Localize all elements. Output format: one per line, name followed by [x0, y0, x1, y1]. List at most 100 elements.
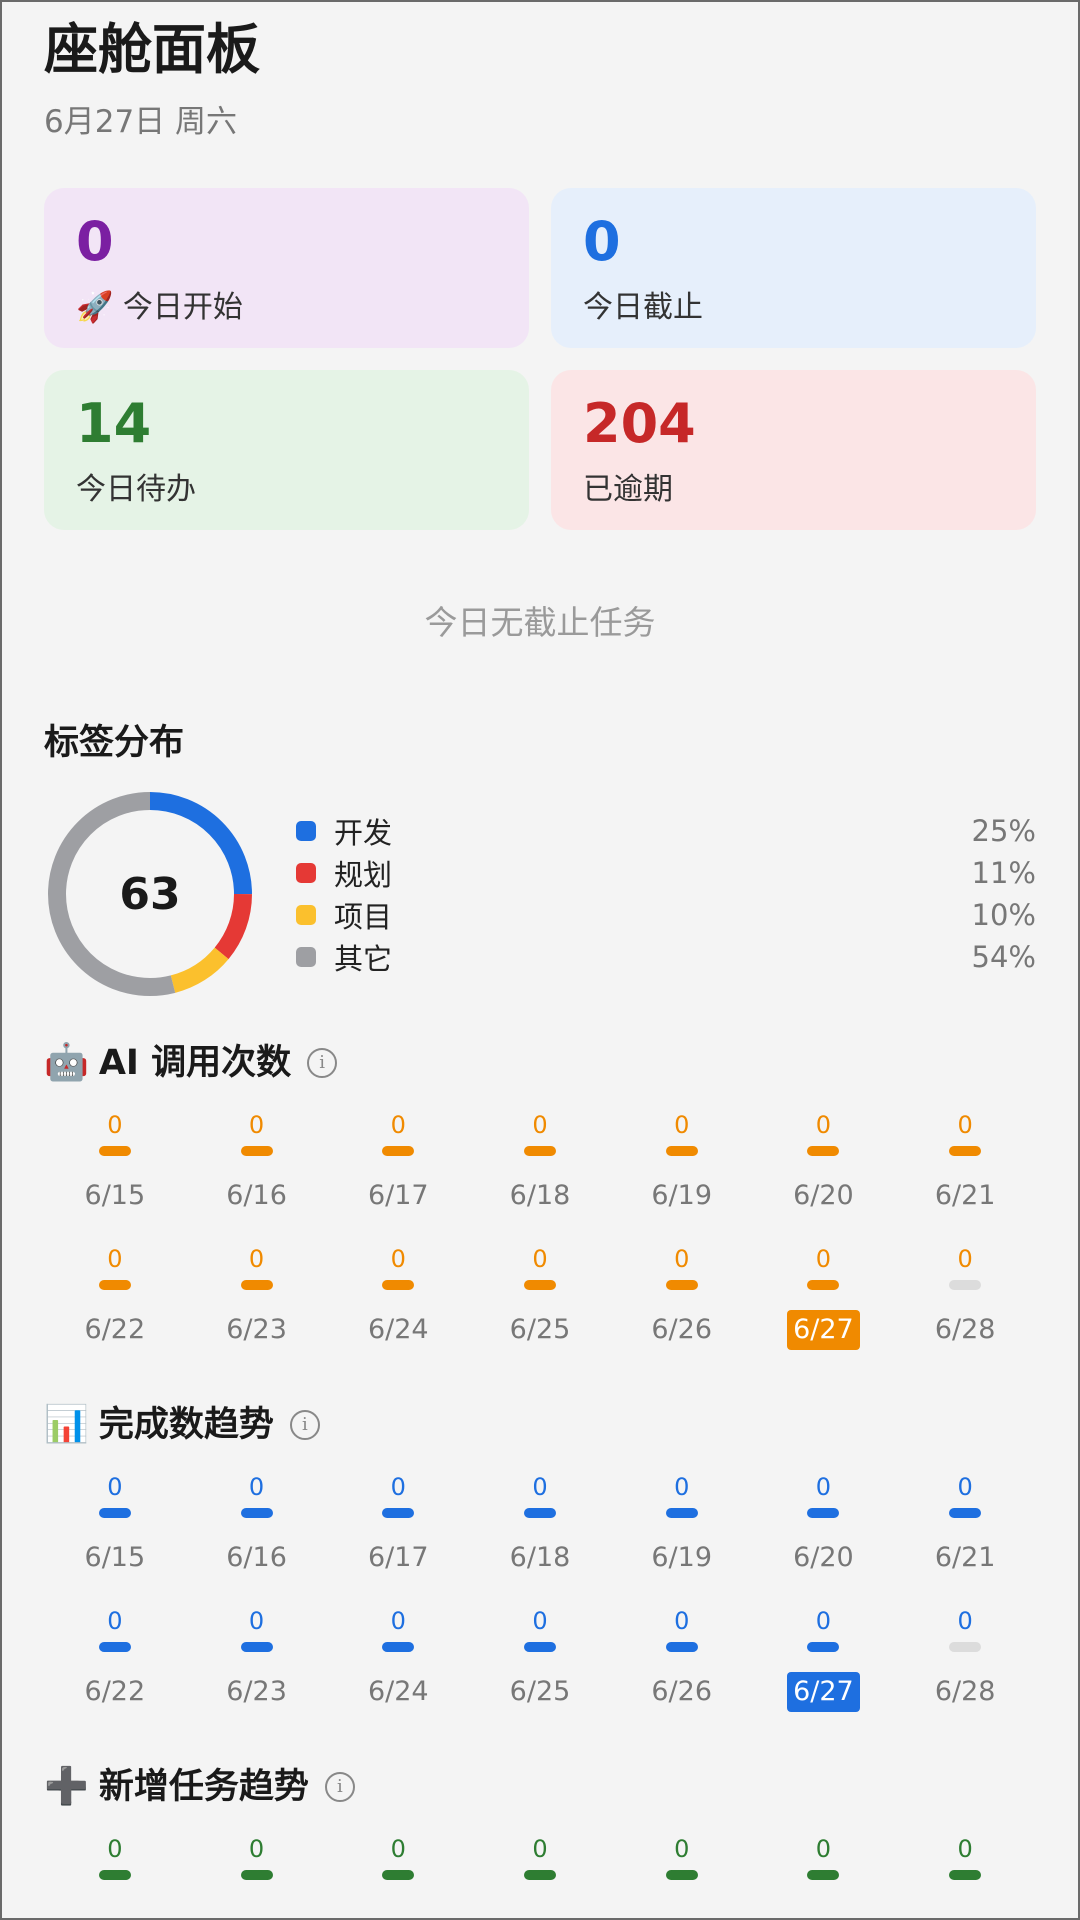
section-title: ➕ 新增任务趋势 i — [44, 1762, 1036, 1812]
legend-item[interactable]: 项目 10% — [296, 894, 1036, 936]
day-date: 6/18 — [509, 1180, 571, 1211]
day-bar — [382, 1146, 415, 1156]
day-bar — [807, 1146, 840, 1156]
day-bar — [523, 1870, 556, 1880]
day-cell[interactable]: 0 6/24 — [327, 1242, 469, 1362]
day-bar — [240, 1146, 273, 1156]
day-cell[interactable]: 0 6/28 — [894, 1242, 1036, 1362]
legend-item[interactable]: 规划 11% — [296, 852, 1036, 894]
day-bar — [382, 1508, 415, 1518]
day-cell[interactable]: 0 6/23 — [186, 1242, 328, 1362]
day-value: 0 — [957, 1473, 973, 1501]
day-bar — [807, 1870, 840, 1880]
day-bar — [382, 1280, 415, 1290]
day-value: 0 — [248, 1473, 265, 1501]
tag-distribution-section: 标签分布 63 开发 25% 规划 11% 项目 10% 其它 54% — [44, 718, 1036, 1000]
day-date: 6/23 — [226, 1676, 287, 1707]
day-bar — [949, 1146, 982, 1156]
day-date: 6/22 — [84, 1676, 146, 1707]
day-cell[interactable]: 0 6/23 — [186, 1604, 328, 1724]
day-value: 0 — [390, 1835, 406, 1863]
stat-value: 0 — [76, 210, 114, 273]
legend-item[interactable]: 其它 54% — [296, 936, 1036, 978]
new-tasks-trend-section: ➕ 新增任务趋势 i 0 0 0 0 0 0 0 — [44, 1762, 1036, 1920]
day-cell[interactable]: 0 6/27 — [753, 1242, 895, 1362]
day-cell[interactable]: 0 6/16 — [186, 1470, 328, 1590]
day-cell[interactable]: 0 6/21 — [894, 1108, 1036, 1228]
day-date: 6/26 — [651, 1314, 713, 1345]
info-icon[interactable]: i — [307, 1048, 338, 1078]
day-cell[interactable]: 0 6/19 — [611, 1470, 753, 1590]
legend-name: 开发 — [334, 816, 393, 850]
day-date: 6/15 — [84, 1180, 146, 1211]
day-bar — [98, 1642, 131, 1652]
day-date: 6/21 — [934, 1542, 996, 1573]
day-value: 0 — [248, 1111, 265, 1139]
day-cell[interactable]: 0 — [327, 1832, 469, 1920]
day-cell[interactable]: 0 — [469, 1832, 611, 1920]
day-cell[interactable]: 0 — [186, 1832, 328, 1920]
day-cell[interactable]: 0 6/21 — [894, 1470, 1036, 1590]
tag-donut-chart[interactable]: 63 — [44, 788, 256, 1000]
day-value: 0 — [532, 1245, 548, 1273]
stat-label: 已逾期 — [583, 472, 673, 507]
completed-trend-section: 📊 完成数趋势 i 0 6/15 0 6/16 0 6/17 0 6/18 0 6/19 0 6/20… — [44, 1400, 1036, 1724]
tag-legend: 开发 25% 规划 11% 项目 10% 其它 54% — [296, 810, 1036, 978]
day-cell[interactable]: 0 6/25 — [469, 1242, 611, 1362]
day-cell[interactable]: 0 6/26 — [611, 1604, 753, 1724]
day-cell[interactable]: 0 6/28 — [894, 1604, 1036, 1724]
day-date: 6/28 — [934, 1314, 996, 1345]
empty-deadline-message: 今日无截止任务 — [424, 603, 656, 642]
day-value: 0 — [674, 1607, 690, 1635]
stat-card-start-today[interactable]: 0 🚀 今日开始 — [44, 188, 529, 348]
day-cell[interactable]: 0 6/20 — [753, 1470, 895, 1590]
day-bar — [949, 1280, 982, 1290]
day-cell[interactable]: 0 6/22 — [44, 1242, 186, 1362]
day-cell[interactable]: 0 6/18 — [469, 1470, 611, 1590]
day-cell[interactable]: 0 6/18 — [469, 1108, 611, 1228]
day-value: 0 — [107, 1245, 123, 1273]
day-cell[interactable]: 0 6/20 — [753, 1108, 895, 1228]
stat-card-deadline-today[interactable]: 0 今日截止 — [551, 188, 1036, 348]
day-cell[interactable]: 0 — [611, 1832, 753, 1920]
section-title-text: 完成数趋势 — [98, 1405, 274, 1445]
day-bar — [665, 1280, 698, 1290]
day-cell[interactable]: 0 — [753, 1832, 895, 1920]
stat-card-todo-today[interactable]: 14 今日待办 — [44, 370, 529, 530]
day-value: 0 — [815, 1835, 832, 1863]
day-cell[interactable]: 0 6/17 — [327, 1108, 469, 1228]
robot-icon: 🤖 — [44, 1042, 89, 1083]
info-icon[interactable]: i — [289, 1410, 320, 1440]
stat-label-text: 今日开始 — [122, 290, 243, 325]
day-cell[interactable]: 0 6/26 — [611, 1242, 753, 1362]
day-value: 0 — [815, 1607, 832, 1635]
day-bar — [807, 1508, 840, 1518]
day-cell[interactable]: 0 6/22 — [44, 1604, 186, 1724]
day-cell[interactable]: 0 6/16 — [186, 1108, 328, 1228]
day-cell[interactable]: 0 6/15 — [44, 1470, 186, 1590]
day-bar — [98, 1508, 131, 1518]
legend-percent: 10% — [971, 898, 1036, 932]
day-cell[interactable]: 0 6/15 — [44, 1108, 186, 1228]
info-icon[interactable]: i — [324, 1772, 355, 1802]
day-date: 6/23 — [226, 1314, 287, 1345]
day-cell[interactable]: 0 — [894, 1832, 1036, 1920]
day-value: 0 — [674, 1245, 690, 1273]
donut-total: 63 — [119, 868, 181, 920]
day-value: 0 — [107, 1607, 123, 1635]
day-cell[interactable]: 0 — [44, 1832, 186, 1920]
day-date: 6/28 — [934, 1676, 996, 1707]
legend-swatch — [296, 821, 316, 841]
day-date: 6/20 — [793, 1542, 854, 1573]
day-bar — [523, 1146, 556, 1156]
day-value: 0 — [107, 1473, 123, 1501]
day-cell[interactable]: 0 6/19 — [611, 1108, 753, 1228]
stat-card-overdue[interactable]: 204 已逾期 — [551, 370, 1036, 530]
day-bar — [523, 1280, 556, 1290]
day-cell[interactable]: 0 6/25 — [469, 1604, 611, 1724]
stat-value: 204 — [583, 392, 696, 455]
day-cell[interactable]: 0 6/17 — [327, 1470, 469, 1590]
day-cell[interactable]: 0 6/24 — [327, 1604, 469, 1724]
day-cell[interactable]: 0 6/27 — [753, 1604, 895, 1724]
legend-item[interactable]: 开发 25% — [296, 810, 1036, 852]
